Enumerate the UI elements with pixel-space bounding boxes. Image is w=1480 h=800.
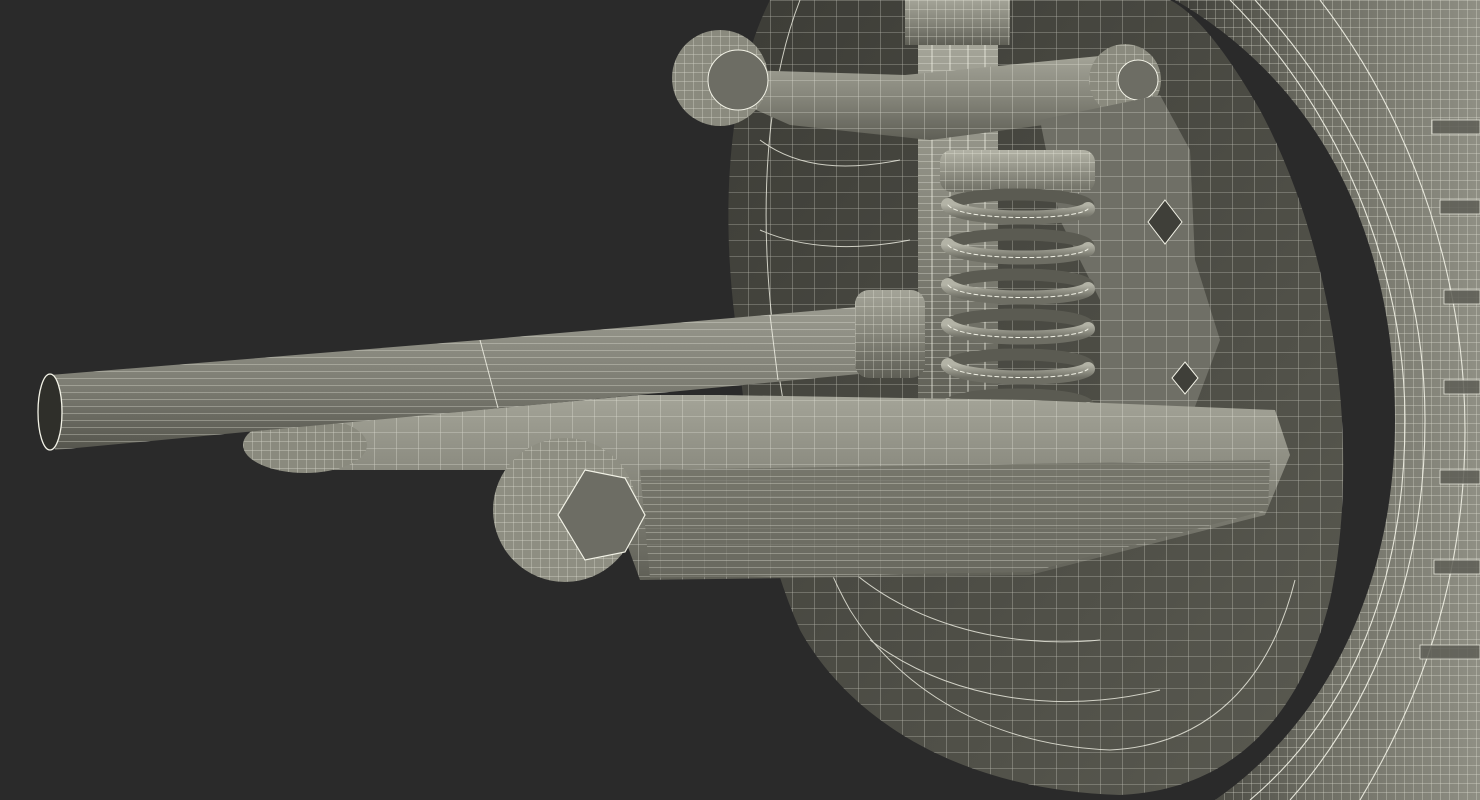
cv-joint-icon: [855, 290, 925, 378]
upper-bushing-icon: [672, 30, 769, 126]
3d-render-viewport: [0, 0, 1480, 800]
suspension-wireframe-render: [37, 0, 1480, 800]
